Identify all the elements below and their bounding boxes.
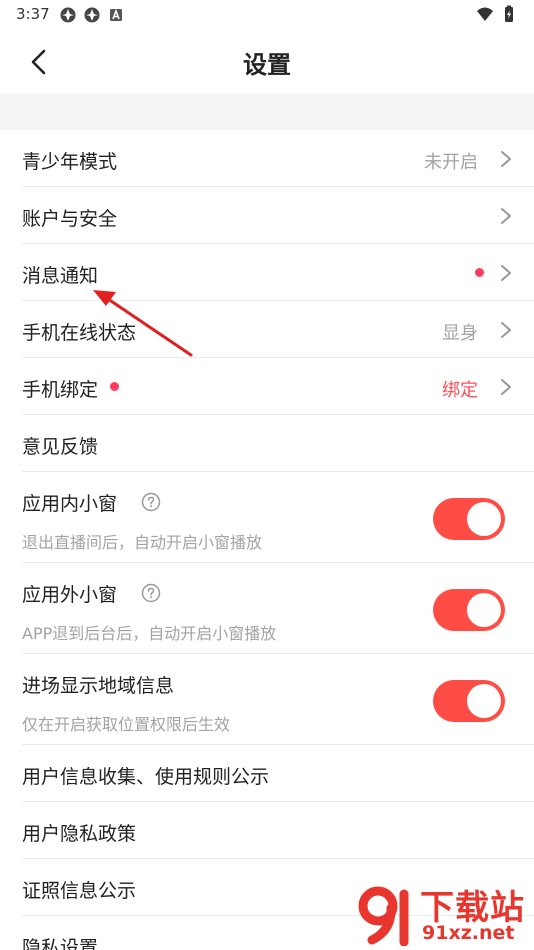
settings-item-label: 进场显示地域信息 (22, 675, 175, 697)
status-system-icons (476, 5, 518, 23)
settings-item-label: 证照信息公示 (22, 880, 137, 902)
section-divider (0, 94, 534, 130)
settings-item-label: 应用外小窗 (22, 584, 118, 606)
app-notification-icon (84, 7, 100, 23)
settings-item-label: 应用内小窗 (22, 493, 118, 515)
settings-item-label: 手机绑定 (22, 379, 99, 401)
in-app-window-toggle[interactable] (433, 498, 505, 540)
toggle-knob (467, 593, 501, 627)
settings-item-in-app-window: 应用内小窗 退出直播间后，自动开启小窗播放 (22, 472, 534, 563)
chevron-right-icon (501, 208, 511, 224)
settings-item-phone-online-status[interactable]: 手机在线状态 显身 (22, 301, 534, 358)
settings-item-info-rules[interactable]: 用户信息收集、使用规则公示 (22, 745, 534, 802)
settings-item-label: 用户隐私政策 (22, 823, 137, 845)
question-circle-icon[interactable] (141, 583, 161, 603)
settings-item-description: APP退到后台后，自动开启小窗播放 (22, 624, 277, 643)
question-circle-icon[interactable] (141, 492, 161, 512)
settings-item-account-security[interactable]: 账户与安全 (22, 187, 534, 244)
page-title: 设置 (243, 51, 291, 79)
a-notification-icon (110, 8, 122, 21)
settings-item-phone-binding[interactable]: 手机绑定 绑定 (22, 358, 534, 415)
settings-list: 青少年模式 未开启 账户与安全 消息通知 手机在线状态 显身 手机绑定 绑定 意… (0, 130, 534, 950)
status-bar: 3:37 (0, 0, 534, 28)
chevron-right-icon (501, 265, 511, 281)
unread-dot-badge (110, 382, 119, 391)
watermark-url: 91xz.net (422, 922, 515, 944)
settings-item-label: 隐私设置 (22, 937, 99, 950)
chevron-right-icon (501, 151, 511, 167)
settings-item-label: 用户信息收集、使用规则公示 (22, 766, 270, 788)
chevron-right-icon (501, 322, 511, 338)
chevron-right-icon (501, 379, 511, 395)
unread-dot-badge (475, 268, 484, 277)
settings-item-feedback[interactable]: 意见反馈 (22, 415, 534, 472)
settings-item-value: 绑定 (442, 380, 478, 401)
settings-item-region-display: 进场显示地域信息 仅在开启获取位置权限后生效 (22, 654, 534, 745)
settings-item-out-app-window: 应用外小窗 APP退到后台后，自动开启小窗播放 (22, 563, 534, 654)
settings-item-description: 仅在开启获取位置权限后生效 (22, 715, 231, 734)
settings-item-value: 未开启 (424, 152, 478, 173)
settings-item-label: 账户与安全 (22, 208, 118, 230)
region-display-toggle[interactable] (433, 680, 505, 722)
status-time: 3:37 (16, 5, 50, 23)
header: 设置 (0, 28, 534, 94)
battery-charging-icon (505, 5, 513, 22)
toggle-knob (467, 502, 501, 536)
status-notification-icons (59, 6, 125, 24)
wifi-icon (477, 7, 493, 21)
site-watermark: 下载站 91xz.net (354, 880, 534, 950)
settings-item-label: 意见反馈 (22, 436, 99, 458)
site-logo-icon (358, 886, 409, 946)
settings-item-label: 消息通知 (22, 265, 99, 287)
out-app-window-toggle[interactable] (433, 589, 505, 631)
app-notification-icon (60, 7, 76, 23)
settings-item-label: 手机在线状态 (22, 322, 137, 344)
settings-item-youth-mode[interactable]: 青少年模式 未开启 (22, 130, 534, 187)
toggle-knob (467, 684, 501, 718)
settings-item-notifications[interactable]: 消息通知 (22, 244, 534, 301)
settings-item-description: 退出直播间后，自动开启小窗播放 (22, 533, 263, 552)
settings-item-privacy-policy[interactable]: 用户隐私政策 (22, 802, 534, 859)
settings-item-value: 显身 (442, 323, 478, 344)
settings-item-label: 青少年模式 (22, 151, 118, 173)
